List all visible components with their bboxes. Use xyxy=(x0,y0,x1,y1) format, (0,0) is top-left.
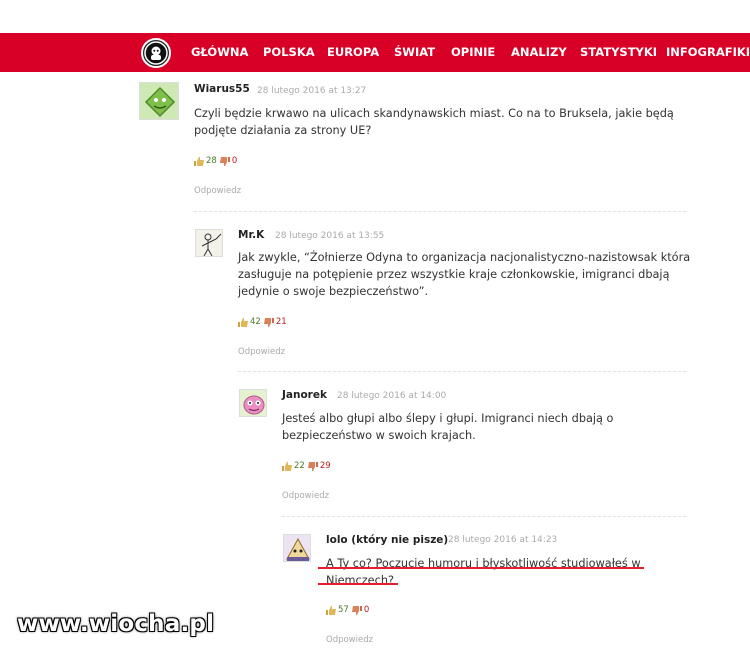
comment-text-line: Czyli będzie krwawo na ulicach skandynaw… xyxy=(194,107,674,120)
thumbs-up-icon[interactable] xyxy=(238,317,248,327)
comment-text-line: A Ty co? Poczucie humoru i błyskotliwość… xyxy=(326,557,641,570)
nav-item-europa[interactable]: EUROPA xyxy=(327,45,379,59)
vote-bar: 42 21 xyxy=(238,317,287,327)
comment-author[interactable]: Janorek xyxy=(282,389,327,401)
comment-date[interactable]: 28 lutego 2016 at 13:55 xyxy=(275,231,384,241)
thumbs-down-icon[interactable] xyxy=(307,461,318,471)
avatar xyxy=(283,534,311,562)
avatar xyxy=(139,82,179,120)
comment-date[interactable]: 28 lutego 2016 at 14:23 xyxy=(448,535,557,545)
comment-divider xyxy=(194,211,686,212)
nav-item-analizy[interactable]: ANALIZY xyxy=(511,45,567,59)
reply-link[interactable]: Odpowiedz xyxy=(194,186,241,196)
comment-divider xyxy=(282,516,686,517)
comment-text-line: Niemczech? xyxy=(326,574,395,587)
nav-item-glowna[interactable]: GŁÓWNA xyxy=(191,45,248,59)
comment-text-line: Jak zwykle, “Żołnierze Odyna to organiza… xyxy=(238,251,691,264)
comment-text: Jesteś albo głupi albo ślepy i głupi. Im… xyxy=(282,410,613,444)
highlight-underline xyxy=(318,567,644,569)
comment-date[interactable]: 28 lutego 2016 at 14:00 xyxy=(337,391,446,401)
highlight-underline xyxy=(318,583,398,585)
green-diamond-face-icon xyxy=(140,83,178,119)
thumbs-down-icon[interactable] xyxy=(351,605,362,615)
nav-item-polska[interactable]: POLSKA xyxy=(263,45,315,59)
reply-link[interactable]: Odpowiedz xyxy=(326,635,373,645)
votes-up-count: 42 xyxy=(250,317,261,327)
votes-up-count: 57 xyxy=(338,605,349,615)
comment-text-line: zasługuje na potępienie przez wszystkie … xyxy=(238,268,670,281)
comment-author[interactable]: Wiarus55 xyxy=(194,83,250,95)
votes-down-count: 0 xyxy=(231,156,238,166)
thumbs-up-icon[interactable] xyxy=(326,605,336,615)
comment-text-line: jedynie o swoje bezpieczeństwo”. xyxy=(238,285,429,298)
avatar xyxy=(239,389,267,417)
votes-down-count: 0 xyxy=(363,605,370,615)
votes-down-count: 21 xyxy=(275,317,287,327)
thumbs-down-icon[interactable] xyxy=(263,317,274,327)
nav-item-infografiki[interactable]: INFOGRAFIKI xyxy=(666,45,750,59)
vote-bar: 57 0 xyxy=(326,605,369,615)
avatar xyxy=(195,229,223,257)
comment-text: Jak zwykle, “Żołnierze Odyna to organiza… xyxy=(238,249,690,300)
votes-up-count: 28 xyxy=(206,156,217,166)
votes-up-count: 22 xyxy=(294,461,305,471)
comment-text-line: Jesteś albo głupi albo ślepy i głupi. Im… xyxy=(282,412,614,425)
sketch-figure-icon xyxy=(196,230,222,256)
comment-author[interactable]: Mr.K xyxy=(238,229,264,241)
comment-text-line: bezpieczeństwo w swoich krajach. xyxy=(282,429,476,442)
thumbs-down-icon[interactable] xyxy=(219,156,230,166)
site-logo-icon[interactable] xyxy=(141,38,171,68)
votes-down-count: 29 xyxy=(319,461,331,471)
comment-author[interactable]: lolo (który nie pisze) xyxy=(326,534,448,546)
reply-link[interactable]: Odpowiedz xyxy=(282,491,329,501)
thumbs-up-icon[interactable] xyxy=(282,461,292,471)
site-watermark: www.wiocha.pl xyxy=(17,611,215,637)
reply-link[interactable]: Odpowiedz xyxy=(238,347,285,357)
comment-text: Czyli będzie krwawo na ulicach skandynaw… xyxy=(194,105,674,139)
comment-date[interactable]: 28 lutego 2016 at 13:27 xyxy=(257,86,366,96)
nav-item-swiat[interactable]: ŚWIAT xyxy=(394,45,435,59)
vote-bar: 28 0 xyxy=(194,156,237,166)
thumbs-up-icon[interactable] xyxy=(194,156,204,166)
nav-item-opinie[interactable]: OPINIE xyxy=(451,45,495,59)
nav-item-statystyki[interactable]: STATYSTYKI xyxy=(580,45,657,59)
vote-bar: 22 29 xyxy=(282,461,331,471)
comment-divider xyxy=(238,371,686,372)
pink-monster-icon xyxy=(240,390,266,416)
comment-text-line: podjęte działania za strony UE? xyxy=(194,124,372,137)
pyramid-figure-icon xyxy=(284,535,310,561)
